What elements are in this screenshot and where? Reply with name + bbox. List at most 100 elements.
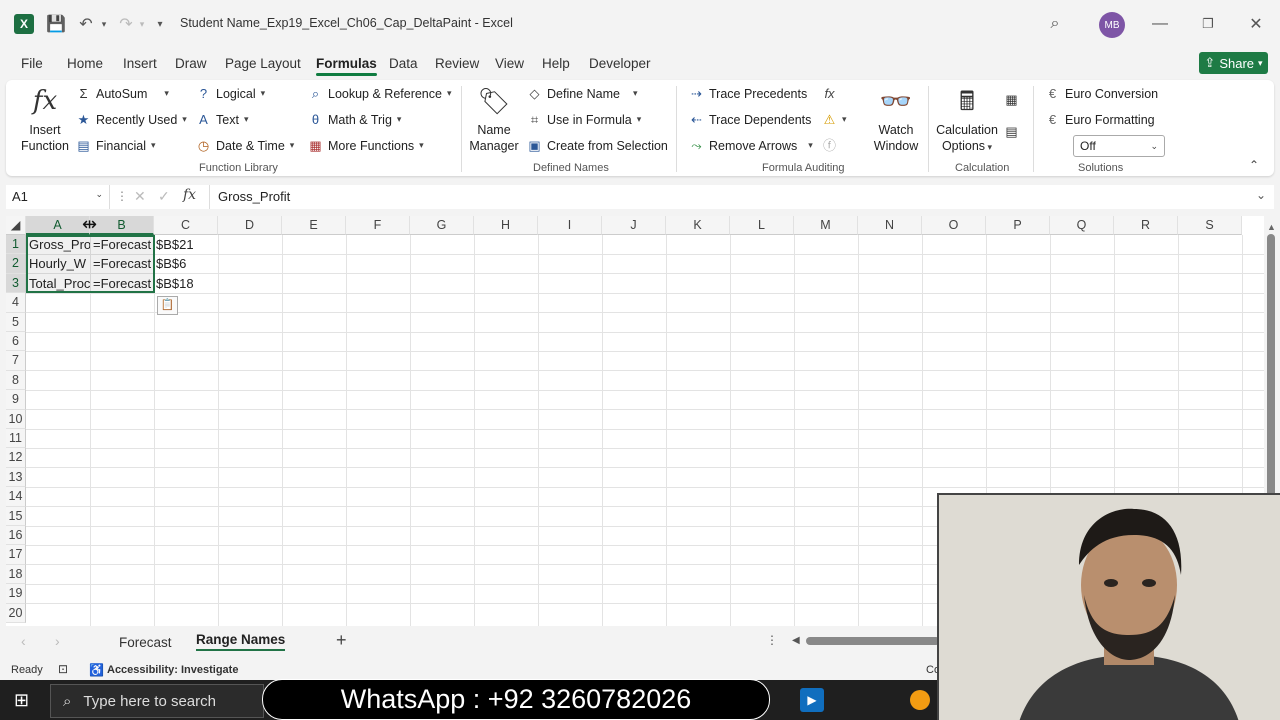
tab-developer[interactable]: Developer xyxy=(589,56,651,71)
scroll-left-icon[interactable]: ‹ xyxy=(21,633,26,649)
math-trig-button[interactable]: θ Math & Trig ▾ xyxy=(308,112,402,127)
column-header[interactable]: P xyxy=(986,216,1050,235)
row-header[interactable]: 16 xyxy=(6,526,26,546)
minimize-icon[interactable]: — xyxy=(1150,13,1170,35)
row-header[interactable]: 13 xyxy=(6,467,26,488)
tab-home[interactable]: Home xyxy=(67,56,103,71)
logical-button[interactable]: ? Logical ▾ xyxy=(196,86,265,101)
cancel-icon[interactable]: ✕ xyxy=(134,188,146,205)
tab-insert[interactable]: Insert xyxy=(123,56,157,71)
more-icon[interactable]: ⋮ xyxy=(116,189,128,203)
create-from-selection-button[interactable]: ▣ Create from Selection xyxy=(527,138,668,153)
cell-c1[interactable]: $B$21 xyxy=(154,235,217,254)
redo-dropdown-icon[interactable]: ▾ xyxy=(136,13,148,35)
macro-record-icon[interactable]: ⊡ xyxy=(58,662,68,676)
formula-input[interactable]: Gross_Profit xyxy=(218,189,290,204)
accessibility-status[interactable]: Accessibility: Investigate xyxy=(107,664,238,676)
redo-icon[interactable]: ↷ xyxy=(114,13,138,35)
taskbar-app-icon[interactable]: ▶ xyxy=(800,688,824,712)
save-icon[interactable]: 💾 xyxy=(44,13,68,35)
column-header[interactable]: H xyxy=(474,216,538,235)
column-header[interactable]: C xyxy=(154,216,218,235)
calculation-options-button[interactable]: 🖩 Calculation Options ▾ xyxy=(934,84,1000,155)
row-header[interactable]: 2 xyxy=(6,254,26,274)
row-header[interactable]: 12 xyxy=(6,448,26,468)
row-header[interactable]: 18 xyxy=(6,564,26,585)
sheet-tab-forecast[interactable]: Forecast xyxy=(119,635,172,650)
column-header[interactable]: L xyxy=(730,216,794,235)
undo-dropdown-icon[interactable]: ▾ xyxy=(98,13,110,35)
row-header[interactable]: 17 xyxy=(6,545,26,565)
column-header[interactable]: S xyxy=(1178,216,1242,235)
tab-formulas[interactable]: Formulas xyxy=(316,56,377,76)
column-header[interactable]: I xyxy=(538,216,602,235)
remove-arrows-button[interactable]: ⤳ Remove Arrows ▾ xyxy=(689,138,812,153)
cell-b2[interactable]: =Forecast xyxy=(91,254,154,273)
restore-icon[interactable]: ❐ xyxy=(1198,13,1218,35)
column-header[interactable]: Q xyxy=(1050,216,1114,235)
column-header[interactable]: F xyxy=(346,216,410,235)
enter-icon[interactable]: ✓ xyxy=(158,188,170,205)
column-header[interactable]: M xyxy=(794,216,858,235)
column-header[interactable]: D xyxy=(218,216,282,235)
row-header[interactable]: 14 xyxy=(6,487,26,507)
sheet-tab-range-names[interactable]: Range Names xyxy=(196,632,286,651)
cell-b1[interactable]: =Forecast xyxy=(91,235,154,254)
column-header[interactable]: J xyxy=(602,216,666,235)
cell-c2[interactable]: $B$6 xyxy=(154,254,217,273)
row-header[interactable]: 5 xyxy=(6,312,26,332)
hscroll-left-icon[interactable]: ◀ xyxy=(792,635,800,646)
calculate-sheet-button[interactable]: ▤ xyxy=(1004,124,1019,139)
euro-dropdown[interactable]: Off ⌄ xyxy=(1073,135,1165,157)
cell-a1[interactable]: Gross_Pro xyxy=(27,235,90,254)
expand-formula-bar-icon[interactable]: ⌄ xyxy=(1256,188,1266,202)
row-header[interactable]: 4 xyxy=(6,293,26,313)
more-functions-button[interactable]: ▦ More Functions ▾ xyxy=(308,138,423,153)
paste-options-icon[interactable]: 📋 xyxy=(157,296,178,315)
column-header[interactable]: O xyxy=(922,216,986,235)
select-all-corner[interactable]: ◢ xyxy=(6,216,26,235)
trace-dependents-button[interactable]: ⇠ Trace Dependents xyxy=(689,112,811,127)
scroll-up-icon[interactable]: ▲ xyxy=(1267,222,1276,232)
tab-data[interactable]: Data xyxy=(389,56,418,71)
column-header[interactable]: R xyxy=(1114,216,1178,235)
insert-function-fx-icon[interactable]: fx xyxy=(183,187,196,203)
row-header[interactable]: 9 xyxy=(6,390,26,410)
tab-file[interactable]: File xyxy=(21,56,43,71)
customize-qat-icon[interactable]: ▾ xyxy=(152,13,168,35)
euro-conversion-button[interactable]: € Euro Conversion xyxy=(1045,86,1158,101)
row-header[interactable]: 3 xyxy=(6,273,26,294)
cell-a3[interactable]: Total_Proc xyxy=(27,274,90,293)
euro-formatting-button[interactable]: € Euro Formatting xyxy=(1045,112,1155,127)
name-manager-button[interactable]: 🏷 Name Manager xyxy=(468,84,520,154)
column-header[interactable]: A xyxy=(26,216,90,235)
share-button[interactable]: ⇪ Share ▾ xyxy=(1199,52,1268,74)
row-header[interactable]: 1 xyxy=(6,235,26,255)
text-button[interactable]: A Text ▾ xyxy=(196,112,248,127)
tab-draw[interactable]: Draw xyxy=(175,56,207,71)
autosum-button[interactable]: Σ AutoSum ▾ xyxy=(76,86,168,101)
tab-help[interactable]: Help xyxy=(542,56,570,71)
search-icon[interactable]: ⌕ xyxy=(1044,13,1066,35)
horizontal-scrollbar-thumb[interactable] xyxy=(806,637,940,645)
define-name-button[interactable]: ◇ Define Name ▾ xyxy=(527,86,638,101)
row-header[interactable]: 15 xyxy=(6,506,26,526)
watch-window-button[interactable]: 👓 Watch Window xyxy=(870,84,922,154)
recently-used-button[interactable]: ★ Recently Used ▾ xyxy=(76,112,187,127)
cell-a2[interactable]: Hourly_W xyxy=(27,254,90,273)
more-options-icon[interactable]: ⋮ xyxy=(766,633,778,647)
column-header[interactable]: E xyxy=(282,216,346,235)
undo-icon[interactable]: ↶ xyxy=(74,13,98,35)
cell-b3[interactable]: =Forecast xyxy=(91,274,154,293)
lookup-reference-button[interactable]: ⌕ Lookup & Reference ▾ xyxy=(308,86,452,101)
accessibility-icon[interactable]: ♿ xyxy=(89,663,104,677)
close-icon[interactable]: ✕ xyxy=(1246,13,1266,35)
windows-start-icon[interactable]: ⊞ xyxy=(14,690,29,711)
scroll-right-icon[interactable]: › xyxy=(55,633,60,649)
name-box[interactable]: A1 ⌄ xyxy=(6,185,110,209)
avatar[interactable]: MB xyxy=(1099,12,1125,38)
evaluate-formula-button[interactable]: ⓕ xyxy=(822,138,837,153)
taskbar-search-box[interactable]: ⌕ Type here to search xyxy=(50,684,264,718)
row-header[interactable]: 10 xyxy=(6,409,26,429)
calculate-now-button[interactable]: ▦ xyxy=(1004,92,1019,107)
